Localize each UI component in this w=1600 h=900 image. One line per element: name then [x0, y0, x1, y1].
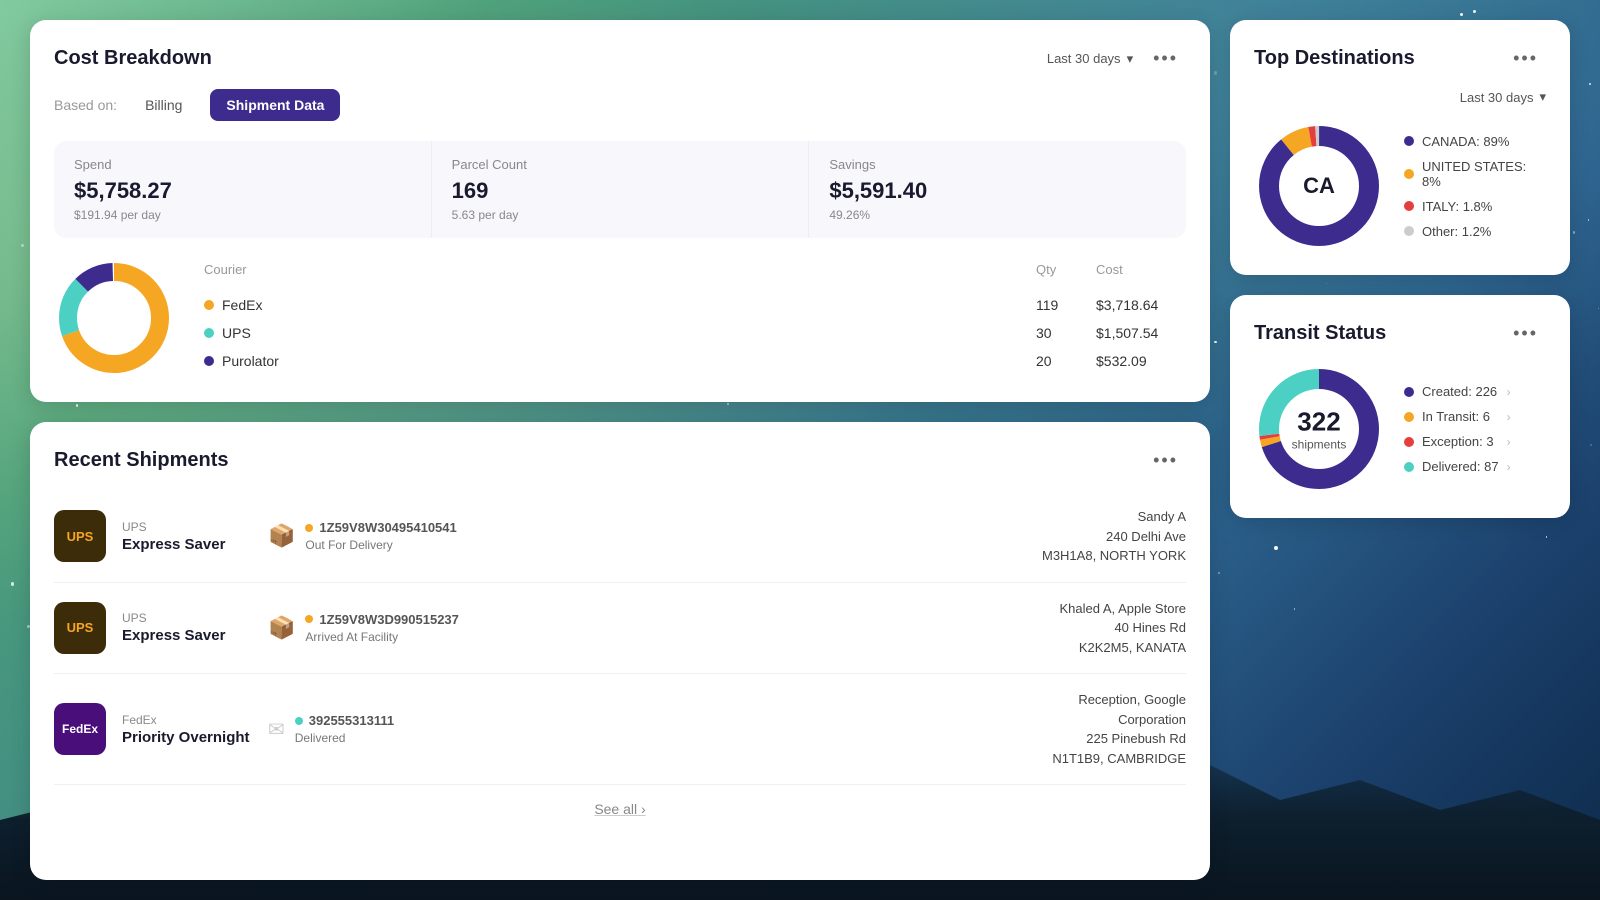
- delivered-dot: [1404, 462, 1414, 472]
- recent-shipments-card: Recent Shipments ••• UPS UPS Express Sav…: [30, 422, 1210, 880]
- shipment-data-tab[interactable]: Shipment Data: [210, 89, 340, 121]
- based-on-label: Based on:: [54, 97, 117, 113]
- recent-shipments-title: Recent Shipments: [54, 449, 228, 472]
- tracking-block-2: 📦 1Z59V8W3D990515237 Arrived At Facility: [268, 612, 1044, 644]
- envelope-icon-1: ✉: [268, 717, 285, 742]
- billing-tab[interactable]: Billing: [129, 89, 198, 121]
- courier-donut-chart: [54, 258, 174, 378]
- courier-row-fedex: FedEx 119 $3,718.64: [204, 291, 1186, 319]
- see-all-button[interactable]: See all ›: [594, 801, 645, 817]
- fedex-logo-1: FedEx: [54, 703, 106, 755]
- box-icon-2: 📦: [268, 615, 295, 641]
- status-dot-3: [295, 717, 303, 725]
- ups-dot: [204, 328, 214, 338]
- address-3: Reception, Google Corporation 225 Pinebu…: [1052, 690, 1186, 768]
- carrier-info-2: UPS Express Saver: [122, 611, 252, 644]
- address-2: Khaled A, Apple Store 40 Hines Rd K2K2M5…: [1060, 599, 1186, 658]
- delivered-chevron: ›: [1507, 460, 1511, 474]
- ups-logo-2: UPS: [54, 602, 106, 654]
- time-filter-dropdown[interactable]: Last 30 days ▾: [1047, 51, 1133, 67]
- cost-breakdown-card: Cost Breakdown Last 30 days ▾ ••• Based …: [30, 20, 1210, 402]
- legend-italy: ITALY: 1.8%: [1404, 199, 1546, 214]
- fedex-dot: [204, 300, 214, 310]
- destinations-time-filter[interactable]: Last 30 days ▾: [1460, 89, 1546, 105]
- destinations-donut: CA: [1254, 121, 1384, 251]
- cost-breakdown-title: Cost Breakdown: [54, 47, 212, 70]
- destinations-legend: CANADA: 89% UNITED STATES: 8% ITALY: 1.8…: [1404, 134, 1546, 239]
- transit-legend: Created: 226 › In Transit: 6 › Exception…: [1404, 384, 1511, 474]
- courier-row-purolator: Purolator 20 $532.09: [204, 347, 1186, 375]
- stats-row: Spend $5,758.27 $191.94 per day Parcel C…: [54, 141, 1186, 238]
- legend-other: Other: 1.2%: [1404, 224, 1546, 239]
- transit-more-button[interactable]: •••: [1505, 319, 1546, 348]
- destinations-more-button[interactable]: •••: [1505, 44, 1546, 73]
- tracking-block-1: 📦 1Z59V8W30495410541 Out For Delivery: [268, 520, 1026, 552]
- transit-in-transit[interactable]: In Transit: 6 ›: [1404, 409, 1511, 424]
- us-dot: [1404, 169, 1414, 179]
- ups-logo-1: UPS: [54, 510, 106, 562]
- exception-chevron: ›: [1507, 435, 1511, 449]
- chevron-down-icon: ▾: [1127, 51, 1134, 67]
- tracking-block-3: ✉ 392555313111 Delivered: [268, 713, 1036, 745]
- in-transit-dot: [1404, 412, 1414, 422]
- transit-center-text: 322 shipments: [1292, 407, 1347, 452]
- shipment-row-2: UPS UPS Express Saver 📦 1Z59V8W3D9905152…: [54, 583, 1186, 675]
- carrier-info-1: UPS Express Saver: [122, 520, 252, 553]
- courier-table: Courier Qty Cost FedEx 119 $3,718.64: [204, 262, 1186, 375]
- created-dot: [1404, 387, 1414, 397]
- transit-delivered[interactable]: Delivered: 87 ›: [1404, 459, 1511, 474]
- legend-canada: CANADA: 89%: [1404, 134, 1546, 149]
- box-icon-1: 📦: [268, 523, 295, 549]
- transit-created[interactable]: Created: 226 ›: [1404, 384, 1511, 399]
- savings-stat: Savings $5,591.40 49.26%: [809, 141, 1186, 238]
- shipments-more-button[interactable]: •••: [1145, 446, 1186, 475]
- address-1: Sandy A 240 Delhi Ave M3H1A8, NORTH YORK: [1042, 507, 1186, 566]
- status-dot-2: [305, 615, 313, 623]
- in-transit-chevron: ›: [1507, 410, 1511, 424]
- shipment-row-3: FedEx FedEx Priority Overnight ✉ 3925553…: [54, 674, 1186, 785]
- transit-chart-area: 322 shipments Created: 226 › In Transit:…: [1254, 364, 1546, 494]
- chevron-down-icon-dest: ▾: [1539, 89, 1546, 105]
- top-destinations-card: Top Destinations ••• Last 30 days ▾: [1230, 20, 1570, 275]
- transit-status-card: Transit Status ••• 3: [1230, 295, 1570, 518]
- created-chevron: ›: [1507, 385, 1511, 399]
- other-dot: [1404, 226, 1414, 236]
- legend-us: UNITED STATES: 8%: [1404, 159, 1546, 189]
- top-dest-chart-area: CA CANADA: 89% UNITED STATES: 8% ITALY: …: [1254, 121, 1546, 251]
- carrier-info-3: FedEx Priority Overnight: [122, 713, 252, 746]
- courier-row-ups: UPS 30 $1,507.54: [204, 319, 1186, 347]
- cost-more-button[interactable]: •••: [1145, 44, 1186, 73]
- canada-dot: [1404, 136, 1414, 146]
- shipment-row-1: UPS UPS Express Saver 📦 1Z59V8W304954105…: [54, 491, 1186, 583]
- parcel-count-stat: Parcel Count 169 5.63 per day: [432, 141, 810, 238]
- transit-status-title: Transit Status: [1254, 322, 1386, 345]
- status-dot-1: [305, 524, 313, 532]
- destination-center-label: CA: [1303, 173, 1335, 199]
- exception-dot: [1404, 437, 1414, 447]
- italy-dot: [1404, 201, 1414, 211]
- top-destinations-title: Top Destinations: [1254, 47, 1415, 70]
- purolator-dot: [204, 356, 214, 366]
- transit-donut: 322 shipments: [1254, 364, 1384, 494]
- transit-exception[interactable]: Exception: 3 ›: [1404, 434, 1511, 449]
- spend-stat: Spend $5,758.27 $191.94 per day: [54, 141, 432, 238]
